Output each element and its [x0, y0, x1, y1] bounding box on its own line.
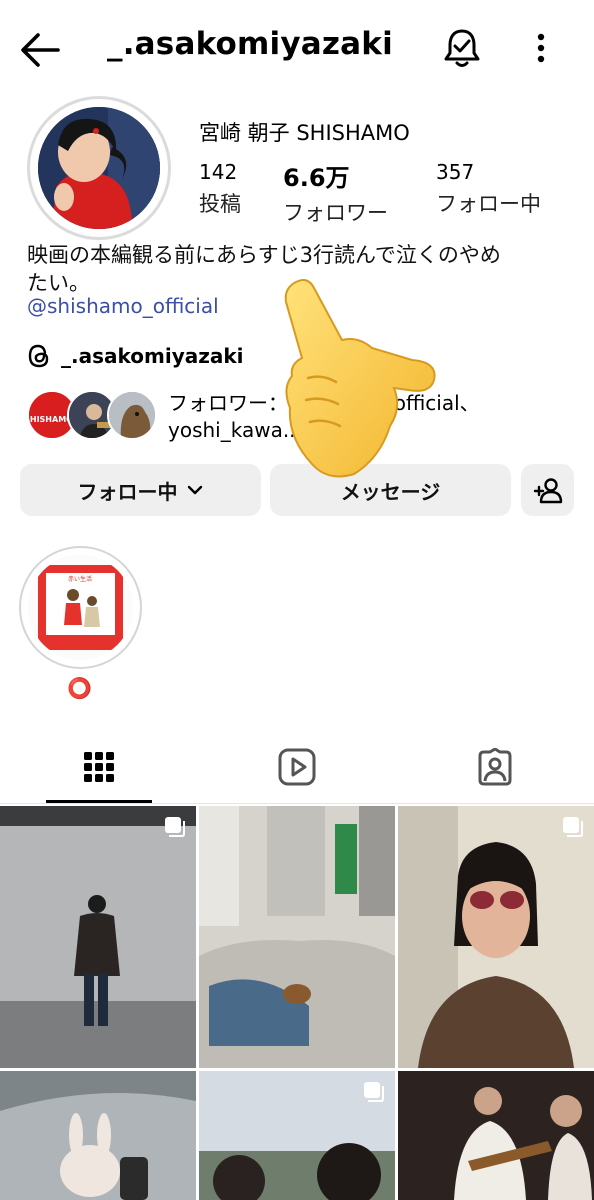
post-thumbnail[interactable] — [398, 806, 594, 1068]
following-count: 357 — [436, 160, 475, 184]
highlight-cover: 赤い生活 — [28, 555, 133, 660]
story-highlight[interactable]: 赤い生活 — [19, 546, 142, 669]
bio-line: 映画の本編観る前にあらすじ3行読んで泣くのやめ — [27, 243, 501, 267]
add-person-icon — [533, 478, 562, 504]
multi-post-icon — [563, 817, 583, 837]
pointing-hand-emoji — [284, 279, 436, 478]
post-thumbnail[interactable] — [199, 1071, 395, 1200]
post-thumbnail[interactable] — [0, 806, 196, 1068]
following-label: フォロー中 — [436, 192, 541, 216]
followers-stat[interactable]: 6.6万 フォロワー — [283, 160, 388, 227]
threads-icon — [28, 344, 49, 368]
tab-tagged[interactable] — [396, 730, 594, 804]
grid-icon — [84, 752, 114, 782]
bio-link[interactable]: @shishamo_official — [27, 294, 219, 318]
mutual-followers-avatars[interactable]: SHISHAMO!!! — [27, 390, 157, 442]
following-stat[interactable]: 357 フォロー中 — [436, 160, 541, 218]
suggested-users-button[interactable] — [521, 464, 574, 516]
threads-badge[interactable]: _.asakomiyazaki — [27, 341, 244, 371]
chevron-down-icon — [187, 485, 202, 495]
notification-bell-check-icon[interactable] — [442, 27, 482, 69]
posts-stat[interactable]: 142 投稿 — [199, 160, 241, 218]
posts-count: 142 — [199, 160, 238, 184]
profile-avatar — [38, 107, 160, 229]
followers-label: フォロワー — [283, 201, 388, 225]
profile-tabs — [0, 730, 594, 804]
followers-count: 6.6万 — [283, 164, 350, 192]
post-thumbnail[interactable] — [398, 1071, 594, 1200]
multi-post-icon — [165, 817, 185, 837]
reels-icon — [278, 748, 316, 786]
post-thumbnail[interactable] — [199, 806, 395, 1068]
threads-handle: _.asakomiyazaki — [61, 344, 244, 368]
tagged-icon — [478, 748, 512, 786]
tab-posts-grid[interactable] — [0, 730, 198, 804]
active-tab-indicator — [46, 800, 152, 803]
arrow-left-icon[interactable] — [18, 30, 62, 70]
mutual-avatar — [107, 390, 157, 440]
display-name: 宮崎 朝子 SHISHAMO — [199, 121, 410, 145]
following-button[interactable]: フォロー中 — [20, 464, 261, 516]
posts-label: 投稿 — [199, 192, 241, 216]
highlight-cover-text: 赤い生活 — [68, 575, 92, 583]
following-button-label: フォロー中 — [77, 479, 178, 504]
post-thumbnail[interactable] — [0, 1071, 196, 1200]
highlight-label: ⭕ — [67, 676, 92, 700]
more-vertical-icon[interactable] — [526, 30, 556, 66]
tab-reels[interactable] — [198, 730, 396, 804]
profile-avatar-ring[interactable] — [27, 96, 171, 240]
top-bar: _.asakomiyazaki — [0, 0, 594, 96]
multi-post-icon — [364, 1082, 384, 1102]
posts-grid — [0, 806, 594, 1200]
profile-username-title: _.asakomiyazaki — [107, 26, 393, 62]
